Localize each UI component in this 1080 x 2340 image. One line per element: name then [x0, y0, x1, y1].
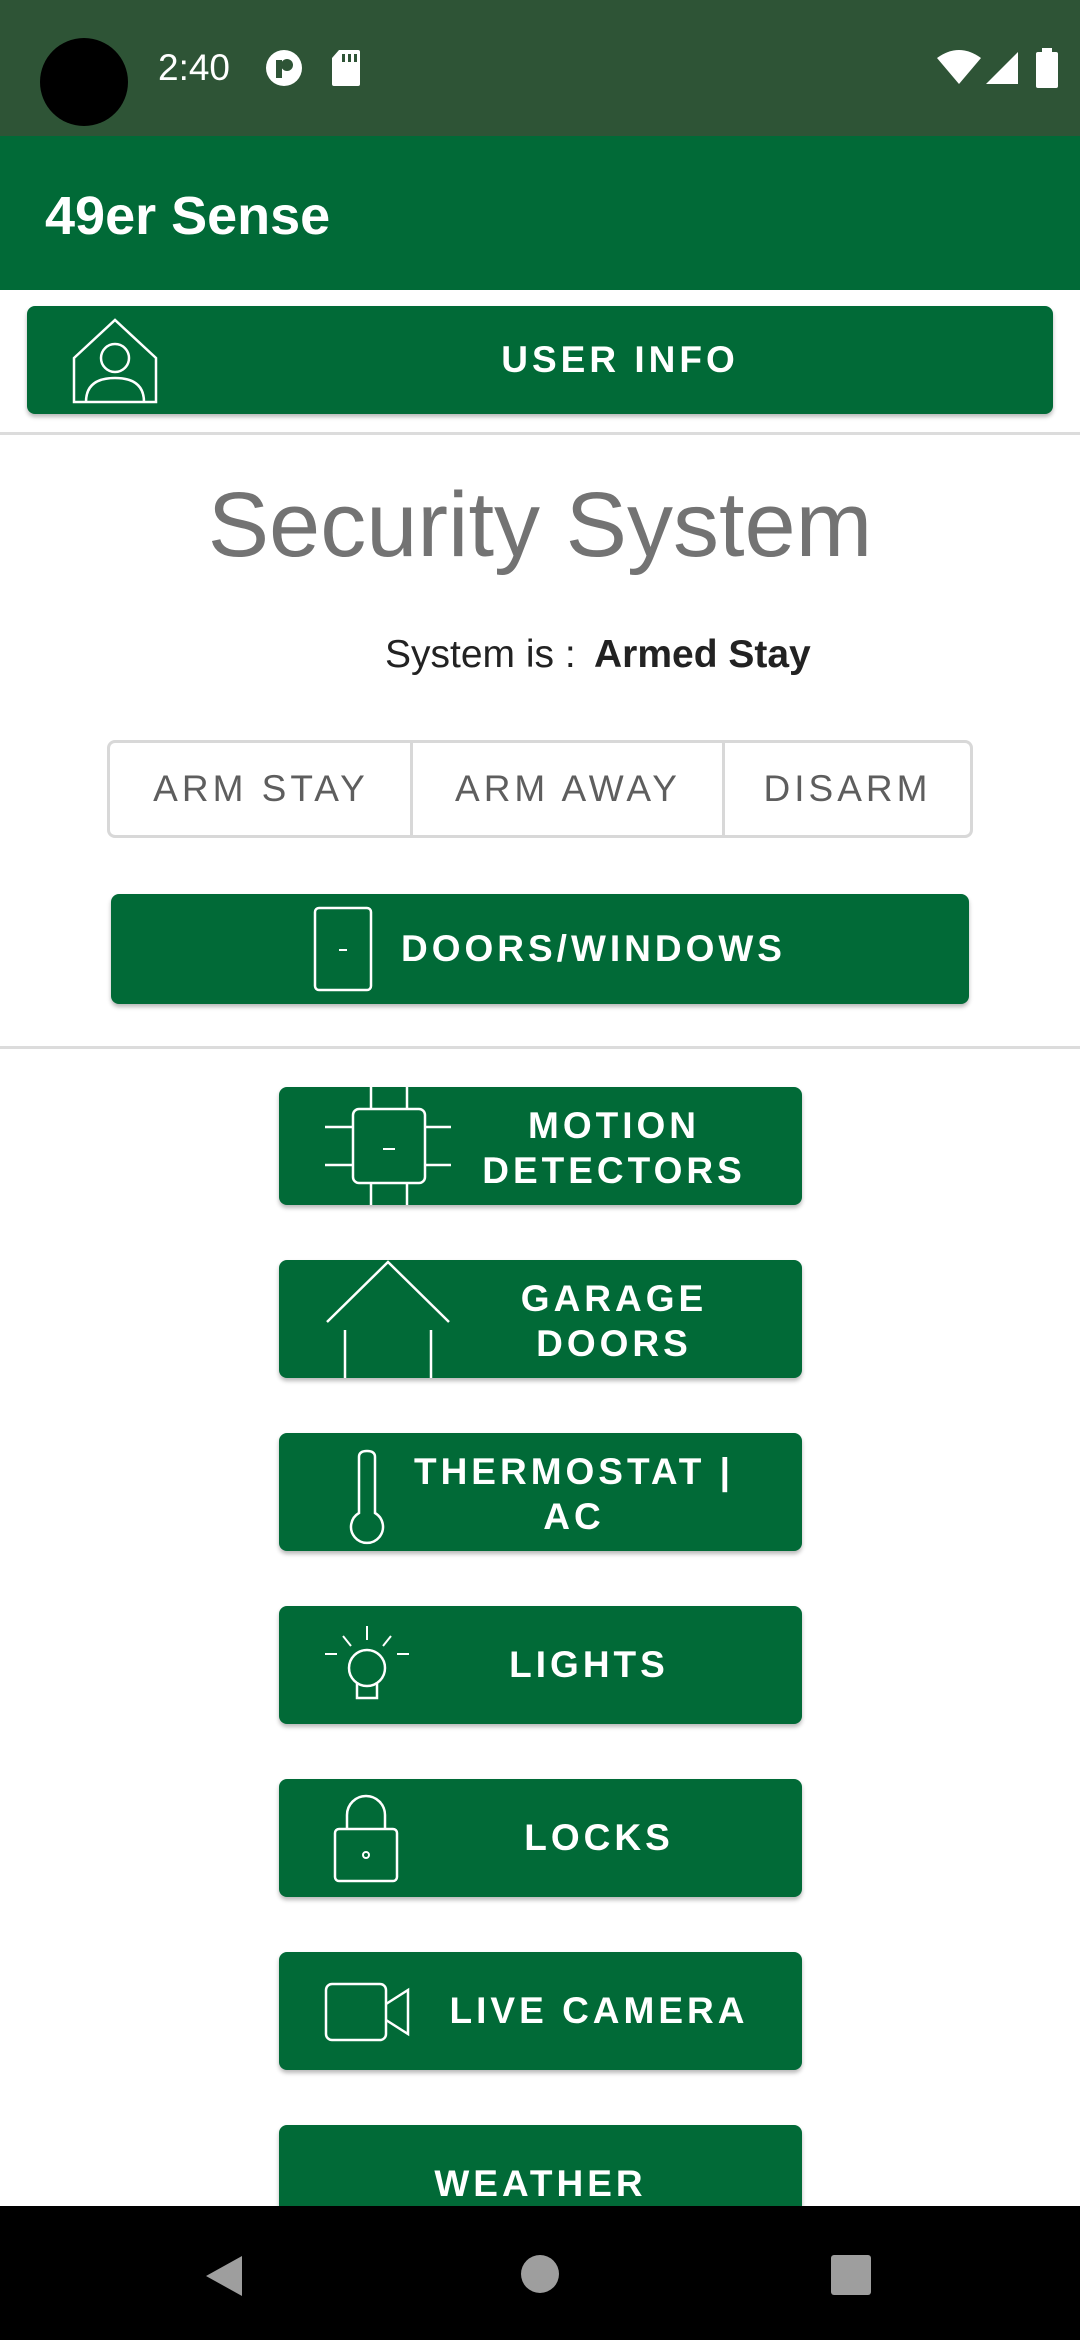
lights-label: LIGHTS: [509, 1644, 669, 1685]
video-camera-icon: [324, 1982, 410, 2042]
divider: [0, 432, 1080, 435]
disarm-button[interactable]: DISARM: [725, 743, 970, 835]
arm-mode-selector: ARM STAY ARM AWAY DISARM: [107, 740, 973, 838]
cell-signal-icon: [986, 52, 1018, 84]
camera-cutout: [40, 38, 128, 126]
lock-icon: [333, 1794, 399, 1883]
app-title: 49er Sense: [45, 186, 331, 246]
system-status-label: System is :: [385, 633, 576, 676]
weather-label: WEATHER: [434, 2163, 647, 2204]
light-bulb-icon: [325, 1626, 409, 1700]
user-info-label: USER INFO: [501, 339, 739, 380]
door-icon: [313, 906, 373, 992]
sd-card-icon: [332, 50, 360, 86]
notification-icon: [266, 50, 302, 86]
doors-windows-button[interactable]: DOORS/WINDOWS: [111, 894, 969, 1004]
arm-away-button[interactable]: ARM AWAY: [413, 743, 723, 835]
motion-detectors-label-line2: DETECTORS: [482, 1150, 746, 1191]
house-icon: [326, 1260, 450, 1378]
motion-detectors-button[interactable]: MOTION DETECTORS: [279, 1087, 802, 1205]
battery-icon: [1036, 48, 1058, 88]
garage-doors-label-line1: GARAGE: [520, 1278, 708, 1319]
thermostat-label-line2: AC: [543, 1496, 605, 1537]
back-icon[interactable]: [204, 2254, 244, 2298]
live-camera-button[interactable]: LIVE CAMERA: [279, 1952, 802, 2070]
arm-stay-button[interactable]: ARM STAY: [110, 743, 412, 835]
doors-windows-label: DOORS/WINDOWS: [401, 928, 786, 969]
live-camera-label: LIVE CAMERA: [449, 1990, 749, 2031]
garage-doors-button[interactable]: GARAGE DOORS: [279, 1260, 802, 1378]
security-title: Security System: [207, 474, 873, 576]
thermostat-label-line1: THERMOSTAT |: [413, 1451, 735, 1492]
thermostat-ac-button[interactable]: THERMOSTAT | AC: [279, 1433, 802, 1551]
thermometer-icon: [349, 1449, 385, 1545]
locks-label: LOCKS: [524, 1817, 674, 1858]
wifi-icon: [937, 50, 981, 84]
status-time: 2:40: [158, 47, 231, 88]
locks-button[interactable]: LOCKS: [279, 1779, 802, 1897]
home-icon[interactable]: [520, 2254, 560, 2294]
garage-doors-label-line2: DOORS: [536, 1323, 692, 1364]
system-status-value: Armed Stay: [594, 633, 811, 676]
user-home-icon: [72, 318, 158, 404]
motion-detectors-label-line1: MOTION: [528, 1105, 700, 1146]
lights-button[interactable]: LIGHTS: [279, 1606, 802, 1724]
user-info-button[interactable]: USER INFO: [27, 306, 1053, 414]
recents-icon[interactable]: [830, 2254, 872, 2296]
motion-sensor-icon: [325, 1087, 451, 1205]
system-nav-bar: [0, 2206, 1080, 2340]
divider: [0, 1046, 1080, 1049]
